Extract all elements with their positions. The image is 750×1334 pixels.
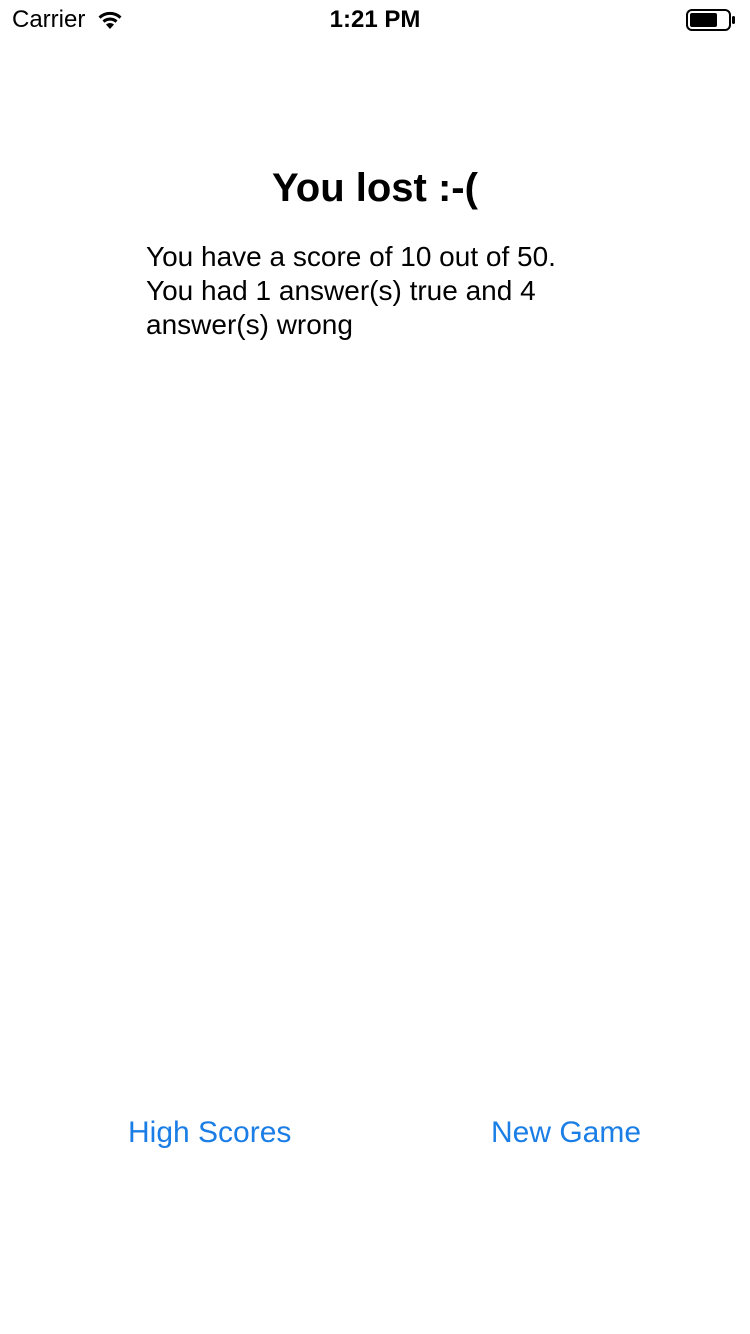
result-message: You have a score of 10 out of 50. You ha… [146, 240, 606, 342]
message-line: You have a score of 10 out of 50. [146, 241, 556, 272]
high-scores-button[interactable]: High Scores [128, 1110, 291, 1156]
message-line: You had 1 answer(s) true and 4 [146, 275, 536, 306]
result-title: You lost :-( [272, 166, 478, 210]
status-time: 1:21 PM [329, 6, 421, 33]
message-line: answer(s) wrong [146, 309, 353, 340]
new-game-button[interactable]: New Game [491, 1110, 641, 1156]
status-bar: Carrier 1:21 PM [0, 0, 750, 40]
battery-icon [686, 9, 735, 31]
